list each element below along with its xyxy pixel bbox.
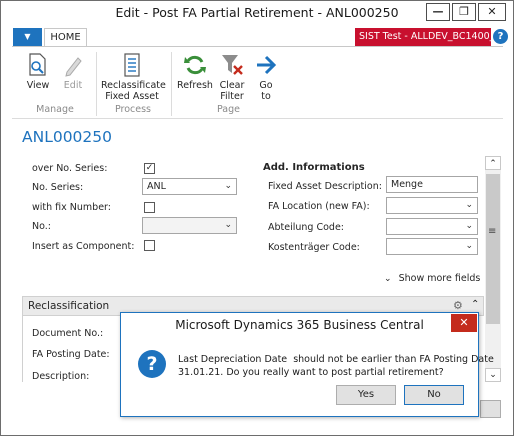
fa-description-label: Fixed Asset Description: xyxy=(268,181,382,192)
fa-description-input[interactable]: Menge xyxy=(386,176,478,193)
view-icon xyxy=(29,53,46,76)
clear-filter-label-line1: Clear xyxy=(219,80,245,91)
help-icon[interactable]: ? xyxy=(493,29,508,44)
chevron-down-icon: ⌄ xyxy=(465,200,473,210)
title-bar: Edit - Post FA Partial Retirement - ANL0… xyxy=(1,1,513,25)
insert-as-component-checkbox[interactable] xyxy=(144,240,155,251)
kostentraeger-code-select[interactable]: ⌄ xyxy=(386,238,478,255)
dialog-title: Microsoft Dynamics 365 Business Central xyxy=(121,313,478,338)
document-list-icon xyxy=(124,53,140,77)
show-more-fields-label: Show more fields xyxy=(398,273,481,284)
fa-description-value: Menge xyxy=(391,179,423,190)
refresh-icon xyxy=(184,55,206,75)
chevron-down-icon: ⌄ xyxy=(465,221,473,231)
reclassificate-fixed-asset-button[interactable]: Reclassificate Fixed Asset xyxy=(101,53,166,102)
dialog-message-line1: Last Depreciation Date should not be ear… xyxy=(178,354,494,365)
over-no-series-label: over No. Series: xyxy=(32,163,108,174)
group-separator xyxy=(171,52,172,116)
no-select[interactable]: ⌄ xyxy=(142,217,237,234)
vertical-scrollbar[interactable]: ⌃ ≡ ⌄ xyxy=(485,156,501,382)
insert-as-component-label: Insert as Component: xyxy=(32,241,135,252)
clear-filter-icon xyxy=(222,55,243,75)
no-button[interactable]: No xyxy=(404,385,464,405)
clear-filter-label-line2: Filter xyxy=(220,91,244,102)
arrow-right-icon xyxy=(257,55,277,75)
group-manage-label: Manage xyxy=(36,104,74,115)
chevron-up-icon[interactable]: ⌃ xyxy=(471,299,479,310)
view-button[interactable]: View xyxy=(23,53,53,91)
chevron-down-icon: ⌄ xyxy=(384,274,392,284)
pencil-icon xyxy=(65,57,82,77)
scroll-down-icon[interactable]: ⌄ xyxy=(485,368,501,382)
confirm-dialog: Microsoft Dynamics 365 Business Central … xyxy=(120,312,494,417)
group-page-label: Page xyxy=(217,104,240,115)
restore-button[interactable]: ❐ xyxy=(452,3,476,21)
go-to-label-line1: Go xyxy=(259,80,273,91)
abteilung-code-label: Abteilung Code: xyxy=(268,222,344,233)
go-to-label-line2: to xyxy=(261,91,271,102)
refresh-label: Refresh xyxy=(177,80,213,91)
page-title: ANL000250 xyxy=(22,128,113,146)
show-more-fields-link[interactable]: ⌄ Show more fields xyxy=(384,273,480,284)
scroll-thumb[interactable] xyxy=(486,174,500,324)
kostentraeger-code-label: Kostenträger Code: xyxy=(268,242,360,253)
with-fix-number-label: with fix Number: xyxy=(32,202,111,213)
question-icon: ? xyxy=(138,350,166,378)
document-no-label: Document No.: xyxy=(32,328,104,339)
gear-icon[interactable]: ⚙ xyxy=(453,299,463,312)
ribbon-divider xyxy=(12,46,503,47)
footer-button[interactable] xyxy=(480,400,501,418)
grip-icon: ≡ xyxy=(488,226,497,237)
minimize-button[interactable]: — xyxy=(426,3,450,21)
group-process-label: Process xyxy=(114,104,152,115)
go-to-button[interactable]: Go to xyxy=(252,53,280,102)
with-fix-number-checkbox[interactable] xyxy=(144,202,155,213)
reclassificate-label-line1: Reclassificate xyxy=(101,80,166,91)
view-label: View xyxy=(26,80,50,91)
chevron-down-icon: ⌄ xyxy=(224,181,232,191)
scroll-up-icon[interactable]: ⌃ xyxy=(485,156,501,170)
company-badge[interactable]: SIST Test - ALLDEV_BC1400_... xyxy=(355,28,491,46)
yes-button[interactable]: Yes xyxy=(336,385,396,405)
edit-label: Edit xyxy=(63,80,83,91)
reclassification-title: Reclassification xyxy=(28,300,110,312)
fasttab-border xyxy=(22,316,23,382)
no-series-select[interactable]: ANL ⌄ xyxy=(142,178,237,195)
edit-button[interactable]: Edit xyxy=(58,53,88,91)
caret-down-icon: ▼ xyxy=(24,32,31,41)
file-menu-button[interactable]: ▼ xyxy=(13,28,42,46)
clear-filter-button[interactable]: Clear Filter xyxy=(215,53,249,102)
refresh-button[interactable]: Refresh xyxy=(177,53,213,91)
dialog-close-button[interactable]: ✕ xyxy=(451,314,477,332)
no-label: No.: xyxy=(32,221,51,232)
fa-location-label: FA Location (new FA): xyxy=(268,201,370,212)
fa-posting-date-label: FA Posting Date: xyxy=(32,349,110,360)
reclassificate-label-line2: Fixed Asset xyxy=(105,91,159,102)
ribbon-bottom-border xyxy=(12,118,503,119)
close-button[interactable]: ✕ xyxy=(478,3,506,21)
no-series-label: No. Series: xyxy=(32,182,84,193)
abteilung-code-select[interactable]: ⌄ xyxy=(386,218,478,235)
description-label: Description: xyxy=(32,371,90,382)
dialog-message-line2: 31.01.21. Do you really want to post par… xyxy=(178,367,444,378)
no-series-value: ANL xyxy=(147,181,166,192)
group-separator xyxy=(96,52,97,116)
add-informations-heading: Add. Informations xyxy=(263,162,365,173)
chevron-down-icon: ⌄ xyxy=(465,241,473,251)
chevron-down-icon: ⌄ xyxy=(224,220,232,230)
fa-location-select[interactable]: ⌄ xyxy=(386,197,478,214)
over-no-series-checkbox[interactable]: ✓ xyxy=(144,163,155,174)
dialog-message: Last Depreciation Date should not be ear… xyxy=(178,353,494,379)
tab-home[interactable]: HOME xyxy=(44,28,87,47)
